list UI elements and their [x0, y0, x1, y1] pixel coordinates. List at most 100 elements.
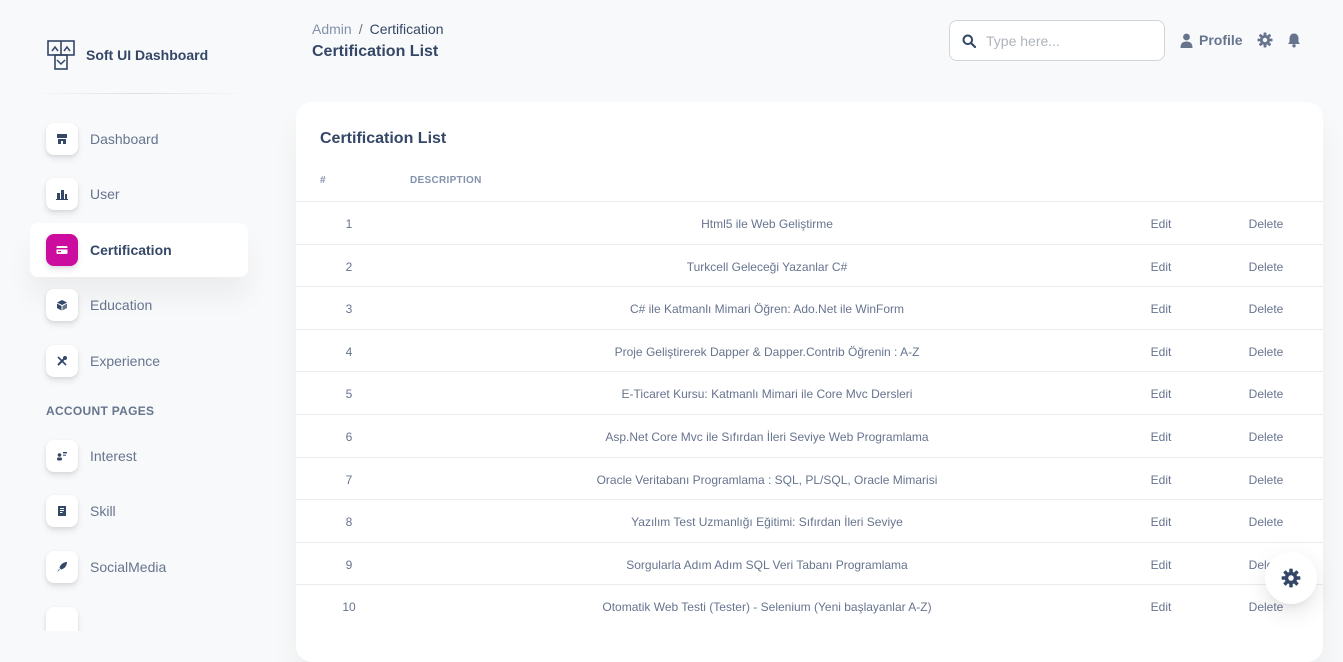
row-number: 8: [345, 515, 353, 530]
table-row: 2 Turkcell Geleceği Yazanlar C# Edit Delete: [296, 243, 1323, 287]
sidebar-item-partial[interactable]: [30, 596, 248, 631]
page-title: Certification List: [312, 43, 439, 60]
row-description: E-Ticaret Kursu: Katmanlı Mimari ile Cor…: [621, 387, 913, 402]
edit-link[interactable]: Edit: [1106, 302, 1216, 316]
sidebar-item-dashboard[interactable]: Dashboard: [30, 112, 248, 166]
table-row: 10 Otomatik Web Testi (Tester) - Selenium…: [296, 584, 1323, 627]
delete-link[interactable]: Delete: [1201, 600, 1331, 614]
sidebar-item-label: Certification: [90, 242, 172, 258]
credit-card-icon: [46, 234, 78, 266]
sidebar-item-label: SocialMedia: [90, 559, 167, 575]
section-title-account-pages: ACCOUNT PAGES: [46, 404, 155, 418]
row-description: C# ile Katmanlı Mimari Öğren: Ado.Net il…: [629, 302, 905, 317]
configurator-button[interactable]: [1265, 552, 1317, 604]
shop-icon: [46, 123, 78, 155]
breadcrumb-separator: /: [358, 21, 363, 37]
row-number: 1: [345, 217, 353, 231]
certification-card: Certification List # DESCRIPTION 1 Html5 …: [296, 102, 1323, 662]
delete-link[interactable]: Delete: [1201, 515, 1331, 529]
column-header-description: DESCRIPTION: [410, 175, 482, 186]
tools-icon: [46, 345, 78, 377]
row-description: Oracle Veritabanı Programlama : SQL, PL/…: [596, 472, 938, 487]
sidebar-item-skill[interactable]: Skill: [30, 484, 248, 538]
office-icon: [46, 178, 78, 210]
gear-icon[interactable]: [1257, 32, 1273, 48]
table-row: 1 Html5 ile Web Geliştirme Edit Delete: [296, 201, 1323, 244]
sidebar-item-education[interactable]: Education: [30, 278, 248, 332]
brand-name: Soft UI Dashboard: [86, 47, 209, 63]
sidebar-item-label: Interest: [90, 448, 137, 464]
row-number: 6: [345, 429, 353, 444]
brand-logo-icon: [47, 40, 75, 70]
table-row: 9 Sorgularla Adım Adım SQL Veri Tabanı Pr…: [296, 541, 1323, 585]
breadcrumb-parent[interactable]: Admin: [312, 21, 352, 37]
brand-divider: [30, 93, 250, 94]
row-description: Asp.Net Core Mvc ile Sıfırdan İleri Sevi…: [605, 429, 929, 444]
column-header-number: #: [320, 175, 326, 186]
document-icon: [46, 495, 78, 527]
row-description: Html5 ile Web Geliştirme: [701, 217, 833, 231]
edit-link[interactable]: Edit: [1106, 600, 1216, 614]
gear-icon: [1281, 568, 1301, 588]
breadcrumb: Admin / Certification: [312, 21, 444, 37]
edit-link[interactable]: Edit: [1106, 217, 1216, 231]
search-box[interactable]: [949, 20, 1165, 61]
table-row: 5 E-Ticaret Kursu: Katmanlı Mimari ile Co…: [296, 371, 1323, 414]
row-number: 3: [345, 302, 353, 317]
row-description: Otomatik Web Testi (Tester) - Selenium (…: [602, 600, 932, 615]
delete-link[interactable]: Delete: [1201, 387, 1331, 401]
edit-link[interactable]: Edit: [1106, 260, 1216, 274]
table-row: 6 Asp.Net Core Mvc ile Sıfırdan İleri Sev…: [296, 413, 1323, 457]
row-number: 10: [342, 600, 356, 615]
sidebar-item-socialmedia[interactable]: SocialMedia: [30, 540, 248, 594]
sidebar-item-label: Experience: [90, 353, 161, 369]
table-row: 7 Oracle Veritabanı Programlama : SQL, PL…: [296, 456, 1323, 500]
edit-link[interactable]: Edit: [1106, 345, 1216, 359]
user-icon: [1180, 33, 1193, 48]
profile-label: Profile: [1199, 32, 1243, 48]
table-row: 3 C# ile Katmanlı Mimari Öğren: Ado.Net i…: [296, 286, 1323, 329]
table-row: 8 Yazılım Test Uzmanlığı Eğitimi: Sıfırda…: [296, 499, 1323, 542]
row-number: 5: [345, 387, 353, 402]
table-row: 4 Proje Geliştirerek Dapper & Dapper.Cont…: [296, 328, 1323, 372]
row-number: 9: [345, 557, 353, 572]
row-number: 7: [345, 472, 353, 487]
delete-link[interactable]: Delete: [1201, 430, 1331, 444]
row-description: Turkcell Geleceği Yazanlar C#: [686, 259, 848, 274]
edit-link[interactable]: Edit: [1106, 515, 1216, 529]
brand[interactable]: Soft UI Dashboard: [46, 38, 208, 72]
row-number: 4: [345, 344, 353, 359]
breadcrumb-current: Certification: [369, 21, 444, 37]
card-title: Certification List: [320, 130, 447, 147]
delete-link[interactable]: Delete: [1201, 260, 1331, 274]
box-icon: [46, 289, 78, 321]
row-description: Yazılım Test Uzmanlığı Eğitimi: Sıfırdan…: [631, 515, 903, 530]
delete-link[interactable]: Delete: [1201, 217, 1331, 231]
sidebar-item-label: Skill: [90, 503, 116, 519]
rocket-icon: [46, 551, 78, 583]
row-number: 2: [345, 259, 353, 274]
sidebar-partial-icon: [46, 607, 78, 631]
sidebar: Soft UI Dashboard Dashboard User Certifi…: [0, 0, 265, 631]
user-card-icon: [46, 440, 78, 472]
sidebar-item-label: Education: [90, 297, 153, 313]
edit-link[interactable]: Edit: [1106, 387, 1216, 401]
edit-link[interactable]: Edit: [1106, 473, 1216, 487]
search-icon: [962, 34, 976, 48]
row-description: Sorgularla Adım Adım SQL Veri Tabanı Pro…: [626, 557, 908, 572]
sidebar-item-experience[interactable]: Experience: [30, 334, 248, 388]
edit-link[interactable]: Edit: [1106, 558, 1216, 572]
edit-link[interactable]: Edit: [1106, 430, 1216, 444]
profile-link[interactable]: Profile: [1180, 30, 1243, 50]
delete-link[interactable]: Delete: [1201, 473, 1331, 487]
sidebar-item-label: User: [90, 186, 120, 202]
search-input[interactable]: [986, 32, 1146, 49]
bell-icon[interactable]: [1286, 32, 1302, 48]
row-description: Proje Geliştirerek Dapper & Dapper.Contr…: [614, 344, 920, 359]
delete-link[interactable]: Delete: [1201, 345, 1331, 359]
certification-table-body: 1 Html5 ile Web Geliştirme Edit Delete 2 Turk…: [296, 201, 1323, 627]
sidebar-item-interest[interactable]: Interest: [30, 429, 248, 483]
sidebar-item-certification[interactable]: Certification: [30, 223, 248, 277]
delete-link[interactable]: Delete: [1201, 302, 1331, 316]
sidebar-item-user[interactable]: User: [30, 167, 248, 221]
